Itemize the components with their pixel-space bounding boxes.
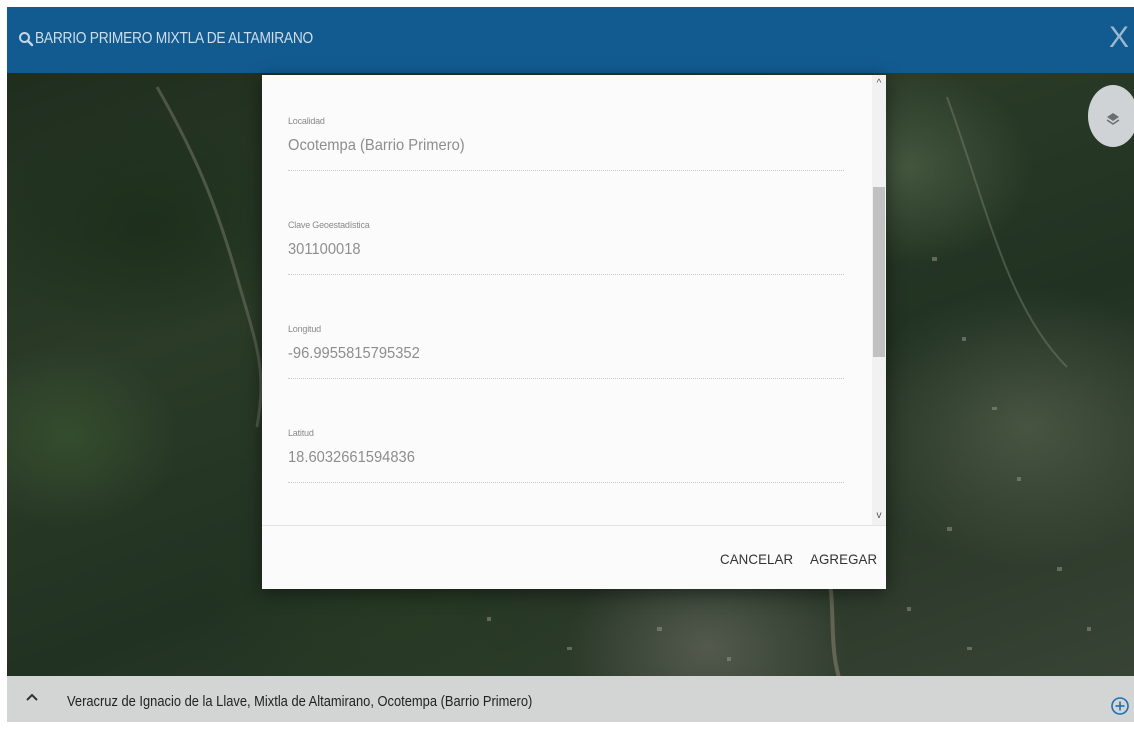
add-circle-icon[interactable] bbox=[1110, 696, 1130, 716]
field-underline bbox=[288, 170, 844, 171]
dialog-content: Localidad Ocotempa (Barrio Primero) Clav… bbox=[262, 75, 872, 525]
scrollbar-thumb[interactable] bbox=[873, 187, 885, 357]
close-icon[interactable]: X bbox=[1104, 21, 1134, 55]
field-label: Longitud bbox=[288, 324, 321, 334]
field-value[interactable]: Ocotempa (Barrio Primero) bbox=[288, 137, 465, 155]
search-input[interactable]: BARRIO PRIMERO MIXTLA DE ALTAMIRANO bbox=[35, 30, 313, 48]
dialog-scrollbar[interactable]: ^ v bbox=[872, 75, 886, 525]
chevron-up-icon[interactable] bbox=[23, 689, 41, 707]
location-path: Veracruz de Ignacio de la Llave, Mixtla … bbox=[67, 693, 533, 710]
add-button[interactable]: AGREGAR bbox=[810, 551, 877, 567]
field-underline bbox=[288, 274, 844, 275]
field-value[interactable]: 18.6032661594836 bbox=[288, 449, 415, 467]
chevron-up-icon[interactable]: ^ bbox=[872, 77, 886, 91]
chevron-down-icon[interactable]: v bbox=[872, 509, 886, 523]
dialog-actions: CANCELAR AGREGAR bbox=[262, 526, 886, 589]
field-value[interactable]: 301100018 bbox=[288, 241, 361, 259]
field-value[interactable]: -96.9955815795352 bbox=[288, 345, 420, 363]
field-underline bbox=[288, 482, 844, 483]
add-location-dialog: Localidad Ocotempa (Barrio Primero) Clav… bbox=[262, 75, 886, 589]
field-label: Localidad bbox=[288, 116, 325, 126]
layers-button[interactable] bbox=[1088, 85, 1134, 147]
field-underline bbox=[288, 378, 844, 379]
cancel-button[interactable]: CANCELAR bbox=[720, 551, 793, 567]
field-label: Latitud bbox=[288, 428, 314, 438]
location-info-bar: Veracruz de Ignacio de la Llave, Mixtla … bbox=[7, 676, 1134, 722]
search-bar: BARRIO PRIMERO MIXTLA DE ALTAMIRANO X bbox=[7, 7, 1134, 73]
field-label: Clave Geoestadística bbox=[288, 220, 370, 230]
app-frame: BARRIO PRIMERO MIXTLA DE ALTAMIRANO X Lo… bbox=[7, 7, 1134, 722]
layers-icon bbox=[1106, 113, 1120, 125]
